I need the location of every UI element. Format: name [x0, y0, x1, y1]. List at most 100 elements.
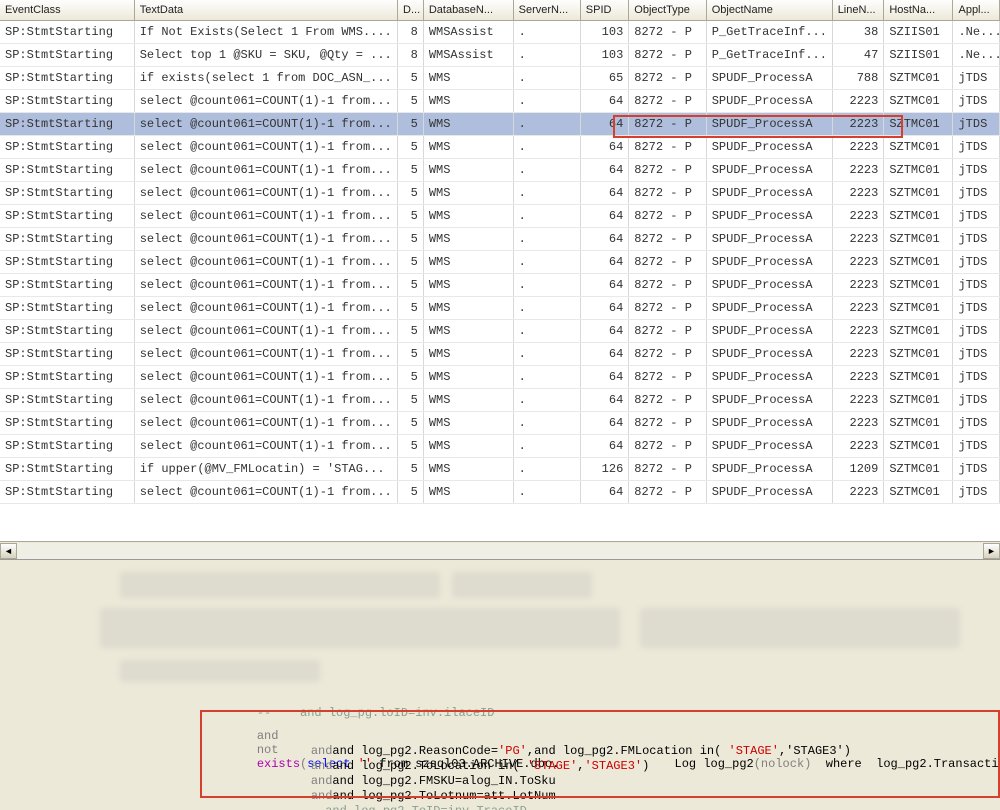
cell-LineNumber: 2223: [832, 89, 884, 112]
cell-LineNumber: 47: [832, 43, 884, 66]
cell-ApplicationName: jTDS: [953, 227, 1000, 250]
cell-D: 5: [398, 434, 424, 457]
cell-ApplicationName: jTDS: [953, 273, 1000, 296]
column-header-DatabaseName[interactable]: DatabaseN...: [423, 0, 513, 20]
cell-ObjectName: SPUDF_ProcessA: [706, 457, 832, 480]
cell-ServerName: .: [513, 365, 580, 388]
cell-SPID: 64: [580, 250, 629, 273]
column-header-D[interactable]: D...: [398, 0, 424, 20]
table-row[interactable]: SP:StmtStartingselect @count061=COUNT(1)…: [0, 89, 1000, 112]
cell-TextData: select @count061=COUNT(1)-1 from...: [134, 296, 397, 319]
cell-ServerName: .: [513, 204, 580, 227]
cell-SPID: 64: [580, 112, 629, 135]
sql-preview-pane[interactable]: -- and log_pg.loID=inv.ilaceID and not e…: [0, 560, 1000, 810]
cell-HostName: SZTMC01: [884, 365, 953, 388]
cell-DatabaseName: WMS: [423, 480, 513, 503]
cell-EventClass: SP:StmtStarting: [0, 480, 134, 503]
trace-grid[interactable]: EventClassTextDataD...DatabaseN...Server…: [0, 0, 1000, 504]
cell-SPID: 64: [580, 388, 629, 411]
column-header-ServerName[interactable]: ServerN...: [513, 0, 580, 20]
cell-ServerName: .: [513, 89, 580, 112]
table-row[interactable]: SP:StmtStartingselect @count061=COUNT(1)…: [0, 204, 1000, 227]
cell-HostName: SZTMC01: [884, 319, 953, 342]
cell-D: 5: [398, 181, 424, 204]
column-header-EventClass[interactable]: EventClass: [0, 0, 134, 20]
cell-TextData: select @count061=COUNT(1)-1 from...: [134, 434, 397, 457]
cell-SPID: 64: [580, 434, 629, 457]
table-row[interactable]: SP:StmtStartingselect @count061=COUNT(1)…: [0, 388, 1000, 411]
cell-EventClass: SP:StmtStarting: [0, 158, 134, 181]
column-header-HostName[interactable]: HostNa...: [884, 0, 953, 20]
cell-ApplicationName: jTDS: [953, 135, 1000, 158]
table-row[interactable]: SP:StmtStartingIf Not Exists(Select 1 Fr…: [0, 20, 1000, 43]
table-row[interactable]: SP:StmtStartingselect @count061=COUNT(1)…: [0, 273, 1000, 296]
cell-ApplicationName: jTDS: [953, 480, 1000, 503]
cell-DatabaseName: WMS: [423, 388, 513, 411]
column-header-row[interactable]: EventClassTextDataD...DatabaseN...Server…: [0, 0, 1000, 20]
cell-ServerName: .: [513, 181, 580, 204]
scroll-left-arrow-icon[interactable]: ◄: [0, 543, 17, 559]
cell-ServerName: .: [513, 273, 580, 296]
cell-SPID: 126: [580, 457, 629, 480]
column-header-ObjectName[interactable]: ObjectName: [706, 0, 832, 20]
table-row[interactable]: SP:StmtStartingselect @count061=COUNT(1)…: [0, 227, 1000, 250]
cell-ObjectType: 8272 - P: [629, 43, 706, 66]
table-row[interactable]: SP:StmtStartingselect @count061=COUNT(1)…: [0, 296, 1000, 319]
cell-LineNumber: 2223: [832, 434, 884, 457]
column-header-SPID[interactable]: SPID: [580, 0, 629, 20]
cell-DatabaseName: WMS: [423, 89, 513, 112]
cell-TextData: select @count061=COUNT(1)-1 from...: [134, 250, 397, 273]
cell-D: 5: [398, 250, 424, 273]
cell-D: 5: [398, 273, 424, 296]
table-row[interactable]: SP:StmtStartingselect @count061=COUNT(1)…: [0, 319, 1000, 342]
cell-HostName: SZIIS01: [884, 43, 953, 66]
cell-DatabaseName: WMS: [423, 135, 513, 158]
table-row[interactable]: SP:StmtStartingselect @count061=COUNT(1)…: [0, 158, 1000, 181]
cell-TextData: select @count061=COUNT(1)-1 from...: [134, 319, 397, 342]
scroll-right-arrow-icon[interactable]: ►: [983, 543, 1000, 559]
table-row[interactable]: SP:StmtStartingselect @count061=COUNT(1)…: [0, 135, 1000, 158]
table-row[interactable]: SP:StmtStartingselect @count061=COUNT(1)…: [0, 365, 1000, 388]
cell-SPID: 64: [580, 204, 629, 227]
cell-ApplicationName: jTDS: [953, 457, 1000, 480]
cell-DatabaseName: WMS: [423, 204, 513, 227]
cell-ObjectType: 8272 - P: [629, 434, 706, 457]
column-header-TextData[interactable]: TextData: [134, 0, 397, 20]
cell-LineNumber: 2223: [832, 204, 884, 227]
cell-EventClass: SP:StmtStarting: [0, 365, 134, 388]
cell-TextData: If Not Exists(Select 1 From WMS....: [134, 20, 397, 43]
cell-ObjectName: SPUDF_ProcessA: [706, 388, 832, 411]
sql-line-6: --and log_pg2.ToID=inv.TraceID: [282, 790, 527, 810]
cell-HostName: SZTMC01: [884, 181, 953, 204]
table-row[interactable]: SP:StmtStartingselect @count061=COUNT(1)…: [0, 112, 1000, 135]
column-header-ApplicationName[interactable]: Appl...: [953, 0, 1000, 20]
cell-TextData: select @count061=COUNT(1)-1 from...: [134, 181, 397, 204]
table-row[interactable]: SP:StmtStartingif upper(@MV_FMLocatin) =…: [0, 457, 1000, 480]
scroll-track[interactable]: [17, 543, 983, 559]
table-row[interactable]: SP:StmtStartingSelect top 1 @SKU = SKU, …: [0, 43, 1000, 66]
table-row[interactable]: SP:StmtStartingselect @count061=COUNT(1)…: [0, 480, 1000, 503]
table-row[interactable]: SP:StmtStartingselect @count061=COUNT(1)…: [0, 411, 1000, 434]
table-row[interactable]: SP:StmtStartingselect @count061=COUNT(1)…: [0, 250, 1000, 273]
cell-LineNumber: 2223: [832, 480, 884, 503]
horizontal-scrollbar[interactable]: ◄ ►: [0, 541, 1000, 559]
cell-DatabaseName: WMS: [423, 457, 513, 480]
cell-EventClass: SP:StmtStarting: [0, 273, 134, 296]
cell-HostName: SZTMC01: [884, 135, 953, 158]
table-row[interactable]: SP:StmtStartingselect @count061=COUNT(1)…: [0, 181, 1000, 204]
table-row[interactable]: SP:StmtStartingselect @count061=COUNT(1)…: [0, 342, 1000, 365]
cell-D: 5: [398, 457, 424, 480]
cell-SPID: 64: [580, 365, 629, 388]
cell-ServerName: .: [513, 112, 580, 135]
column-header-ObjectType[interactable]: ObjectType: [629, 0, 706, 20]
cell-DatabaseName: WMS: [423, 273, 513, 296]
cell-ServerName: .: [513, 227, 580, 250]
cell-DatabaseName: WMS: [423, 158, 513, 181]
cell-ObjectType: 8272 - P: [629, 20, 706, 43]
cell-TextData: select @count061=COUNT(1)-1 from...: [134, 227, 397, 250]
cell-HostName: SZTMC01: [884, 457, 953, 480]
cell-D: 5: [398, 342, 424, 365]
table-row[interactable]: SP:StmtStartingselect @count061=COUNT(1)…: [0, 434, 1000, 457]
table-row[interactable]: SP:StmtStartingif exists(select 1 from D…: [0, 66, 1000, 89]
column-header-LineNumber[interactable]: LineN...: [832, 0, 884, 20]
